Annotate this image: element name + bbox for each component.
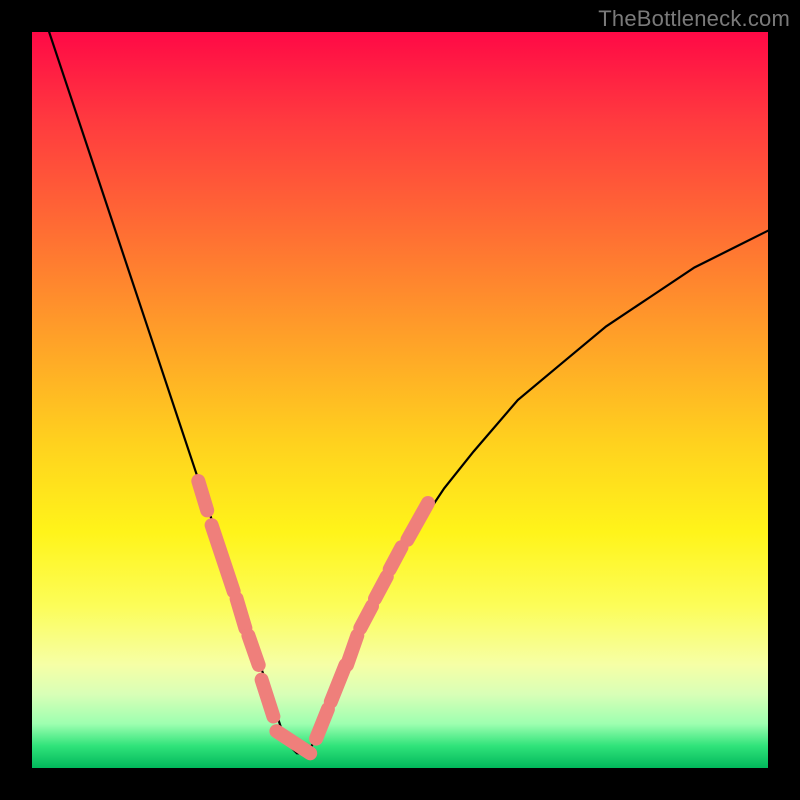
- plot-area: [32, 32, 768, 768]
- watermark-text: TheBottleneck.com: [598, 6, 790, 32]
- highlight-dash-11: [390, 547, 402, 569]
- highlight-dash-2: [237, 599, 246, 629]
- bottleneck-curve: [32, 0, 768, 753]
- highlight-dashes: [198, 481, 428, 753]
- chart-frame: TheBottleneck.com: [0, 0, 800, 800]
- highlight-dash-9: [360, 606, 372, 628]
- highlight-dash-5: [276, 731, 310, 753]
- curve-svg: [32, 32, 768, 768]
- bottleneck-curve-path: [32, 0, 768, 753]
- highlight-dash-4: [262, 680, 274, 717]
- highlight-dash-0: [198, 481, 207, 510]
- highlight-dash-8: [347, 636, 357, 666]
- highlight-dash-10: [375, 577, 387, 599]
- highlight-dash-3: [248, 636, 258, 666]
- highlight-dash-12: [407, 503, 428, 540]
- highlight-dash-1: [212, 525, 234, 591]
- highlight-dash-6: [316, 709, 328, 739]
